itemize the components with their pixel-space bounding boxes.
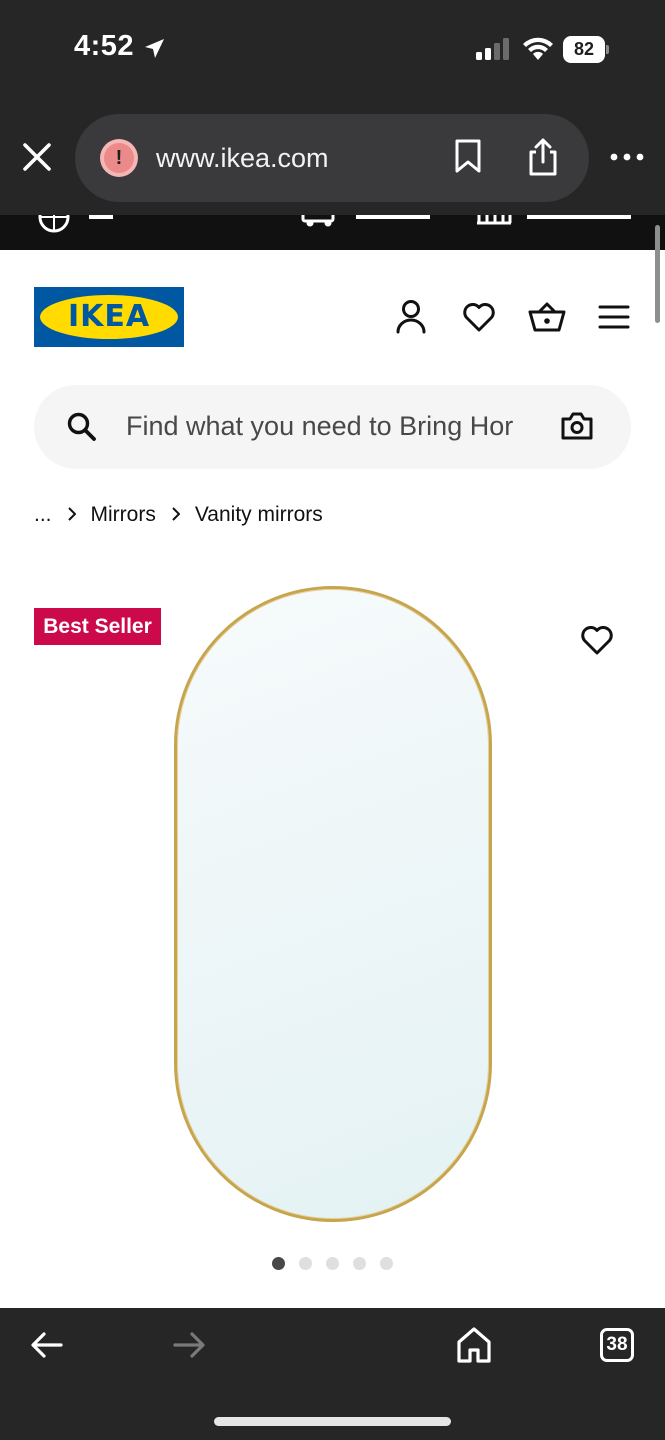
search-icon[interactable] xyxy=(66,411,98,448)
cellular-signal-icon xyxy=(476,38,510,67)
camera-icon[interactable] xyxy=(560,411,594,446)
share-icon[interactable] xyxy=(526,136,560,183)
breadcrumb-mirrors[interactable]: Mirrors xyxy=(91,503,156,527)
carousel-dot[interactable] xyxy=(380,1257,393,1270)
home-indicator xyxy=(214,1417,451,1426)
forward-arrow-icon[interactable] xyxy=(172,1330,206,1365)
tabs-button[interactable]: 38 xyxy=(600,1328,634,1362)
address-bar[interactable] xyxy=(75,114,589,202)
warning-icon[interactable]: ! xyxy=(100,139,138,177)
carousel-dots xyxy=(272,1257,393,1270)
breadcrumb: ... Mirrors Vanity mirrors xyxy=(34,503,323,527)
close-icon[interactable] xyxy=(20,140,54,174)
logo-text: IKEA xyxy=(67,299,151,334)
battery-level: 82 xyxy=(573,39,595,59)
location-arrow-icon xyxy=(142,37,166,66)
account-icon[interactable] xyxy=(395,299,427,340)
carousel-dot[interactable] xyxy=(326,1257,339,1270)
url-text[interactable]: www.ikea.com xyxy=(156,143,329,174)
page-scrollbar[interactable] xyxy=(655,225,660,323)
carousel-dot[interactable] xyxy=(299,1257,312,1270)
chevron-right-icon xyxy=(172,503,181,527)
search-input[interactable]: Find what you need to Bring Hor xyxy=(126,411,538,442)
bookmark-icon[interactable] xyxy=(453,138,483,179)
home-icon[interactable] xyxy=(456,1326,492,1369)
wifi-icon xyxy=(522,36,554,67)
top-info-strip xyxy=(0,215,665,250)
basket-icon[interactable] xyxy=(528,300,566,339)
best-seller-badge: Best Seller xyxy=(34,608,161,645)
breadcrumb-vanity-mirrors[interactable]: Vanity mirrors xyxy=(195,503,323,527)
heart-icon[interactable] xyxy=(580,624,614,661)
battery-icon: 82 xyxy=(563,36,609,63)
product-image-mirror[interactable] xyxy=(174,586,492,1222)
ikea-logo[interactable]: IKEA xyxy=(34,287,184,347)
chevron-right-icon xyxy=(67,503,76,527)
status-time: 4:52 xyxy=(74,30,135,62)
carousel-dot[interactable] xyxy=(272,1257,285,1270)
hamburger-icon[interactable] xyxy=(598,304,630,335)
breadcrumb-ellipsis[interactable]: ... xyxy=(34,503,52,527)
more-icon[interactable] xyxy=(610,150,644,168)
back-arrow-icon[interactable] xyxy=(30,1330,64,1365)
carousel-dot[interactable] xyxy=(353,1257,366,1270)
heart-icon[interactable] xyxy=(462,301,496,338)
